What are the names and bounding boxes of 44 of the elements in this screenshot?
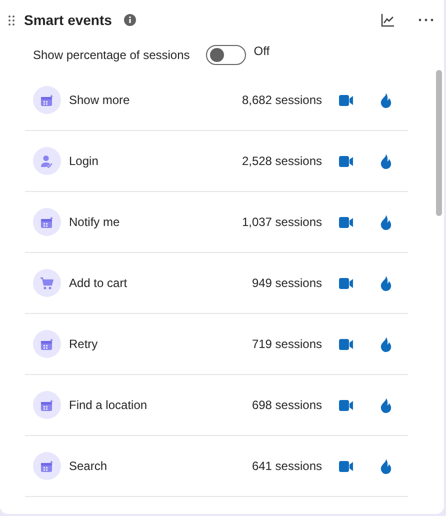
video-camera-icon[interactable] (339, 278, 353, 288)
user-icon (33, 147, 61, 175)
event-name: Add to cart (69, 275, 128, 292)
event-name: Notify me (69, 214, 121, 231)
video-camera-icon[interactable] (339, 460, 353, 472)
toggle-label: Show percentage of sessions (33, 47, 190, 64)
flame-icon[interactable] (380, 276, 392, 290)
event-name: Find a location (69, 397, 148, 414)
card-title: Smart events (24, 10, 112, 30)
calendar-icon (33, 391, 61, 419)
event-name: Login (69, 153, 100, 170)
session-count: 949 sessions (250, 275, 322, 292)
event-name: Retry (69, 336, 99, 353)
session-count: 698 sessions (250, 397, 322, 414)
scrollbar-thumb[interactable] (436, 70, 442, 216)
calendar-icon (33, 452, 61, 480)
flame-icon[interactable] (380, 154, 392, 168)
flame-icon[interactable] (380, 92, 392, 108)
flame-icon[interactable] (380, 458, 392, 474)
drag-handle-icon[interactable] (8, 14, 16, 26)
more-options-icon[interactable] (418, 18, 434, 22)
event-name: Search (69, 458, 108, 475)
session-count: 2,528 sessions (240, 153, 322, 170)
calendar-icon (33, 86, 61, 114)
video-camera-icon[interactable] (339, 94, 353, 106)
session-count: 719 sessions (250, 336, 322, 353)
event-name: Show more (69, 92, 131, 109)
session-count: 8,682 sessions (240, 92, 322, 109)
chart-icon[interactable] (381, 14, 394, 26)
video-camera-icon[interactable] (339, 216, 353, 228)
calendar-icon (33, 330, 61, 358)
video-camera-icon[interactable] (339, 156, 353, 166)
flame-icon[interactable] (380, 336, 392, 352)
flame-icon[interactable] (380, 398, 392, 412)
info-icon[interactable] (124, 14, 136, 26)
cart-icon (33, 269, 61, 297)
toggle-state: Off (254, 43, 270, 60)
flame-icon[interactable] (380, 214, 392, 230)
toggle-switch[interactable] (206, 45, 246, 65)
calendar-icon (33, 208, 61, 236)
video-camera-icon[interactable] (339, 400, 353, 410)
session-count: 641 sessions (250, 458, 322, 475)
session-count: 1,037 sessions (240, 214, 322, 231)
video-camera-icon[interactable] (339, 338, 353, 350)
